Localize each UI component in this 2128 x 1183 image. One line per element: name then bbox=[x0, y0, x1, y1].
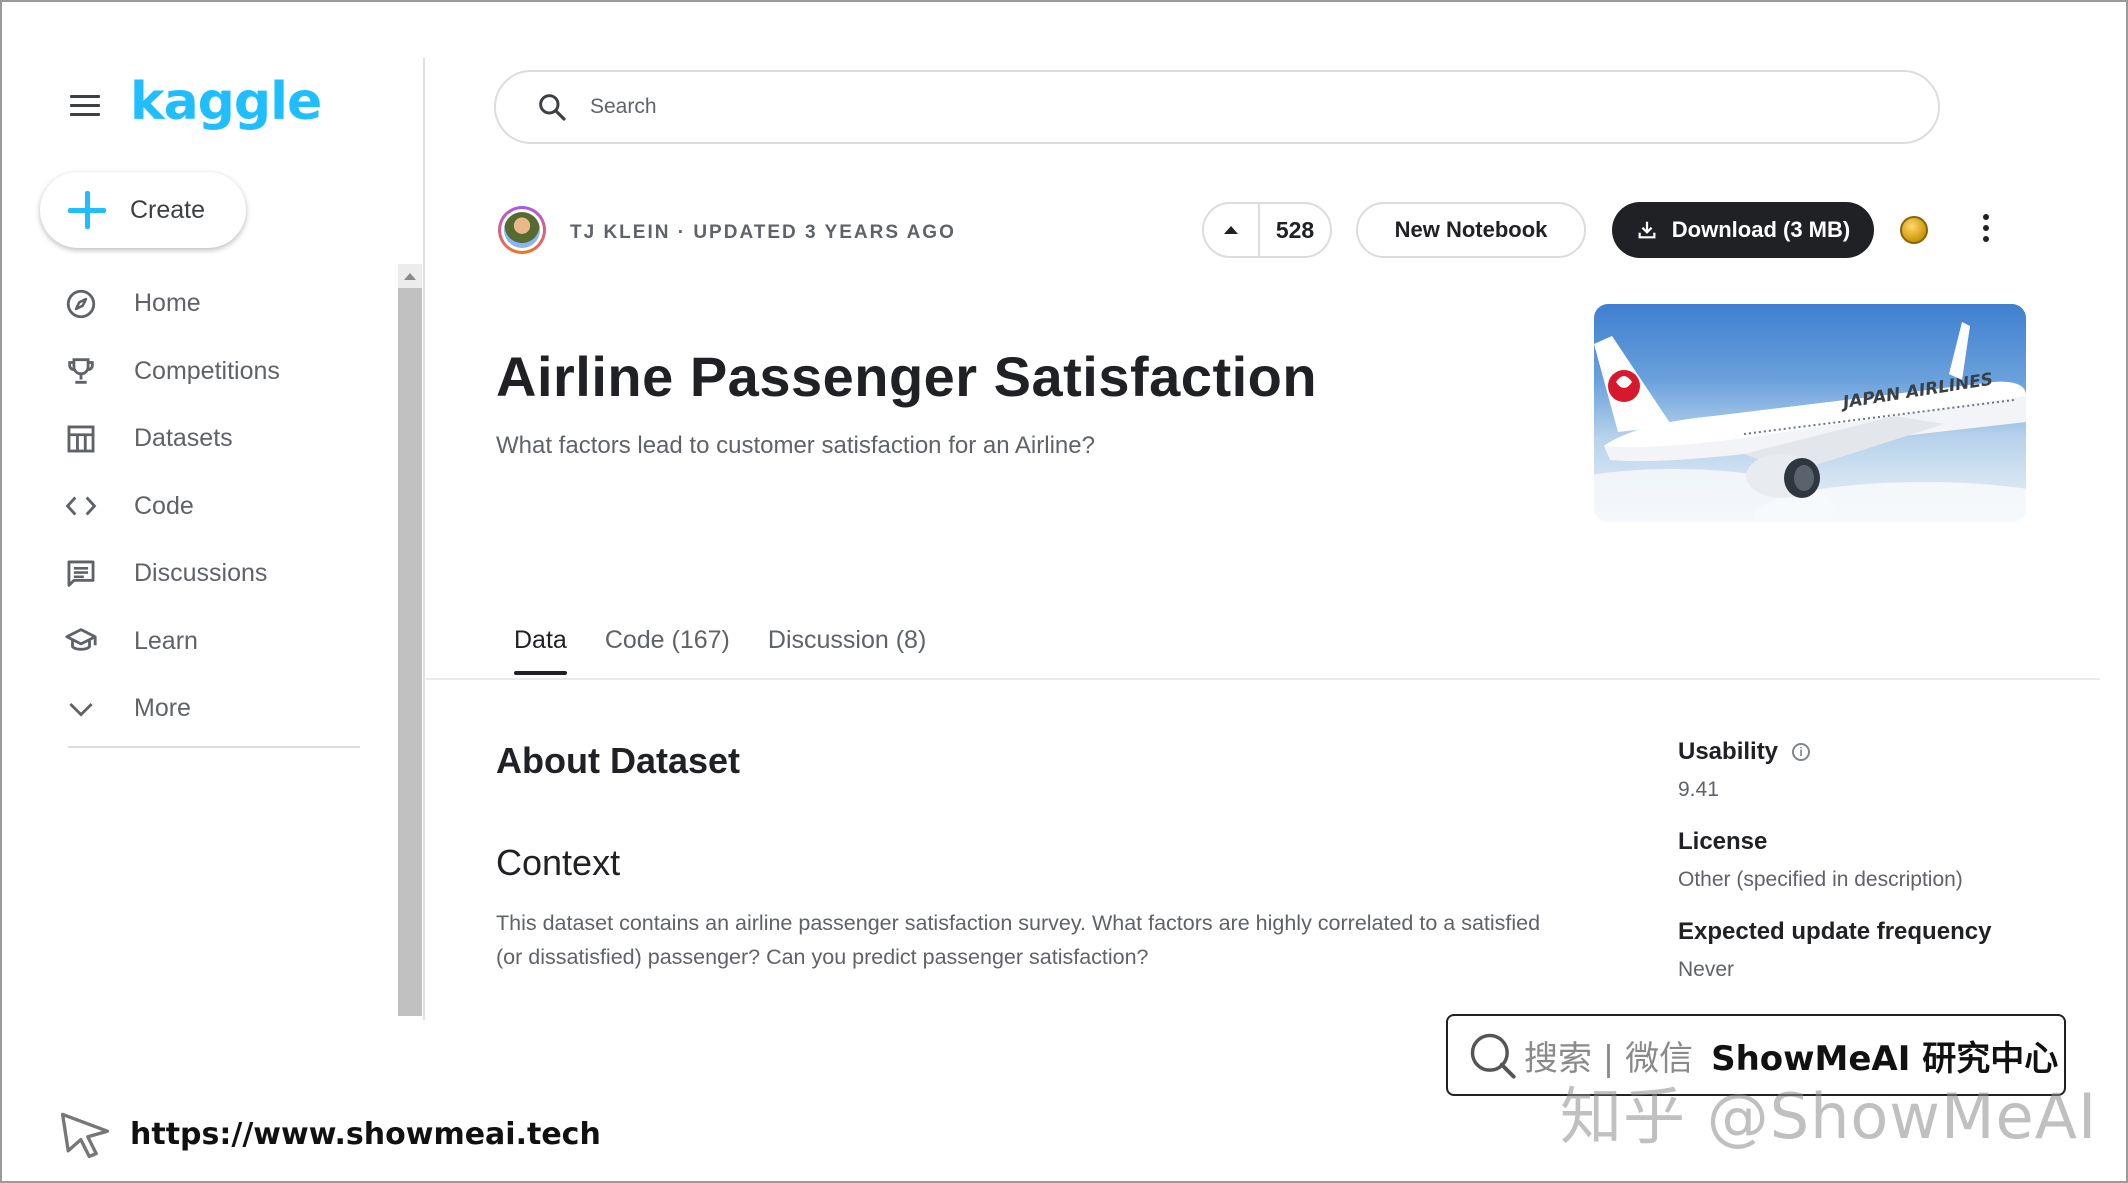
sidebar-item-label: Code bbox=[134, 491, 194, 520]
upvote-arrow-icon[interactable] bbox=[1204, 204, 1260, 256]
download-button[interactable]: Download (3 MB) bbox=[1612, 202, 1874, 258]
sidebar-item-datasets[interactable]: Datasets bbox=[64, 405, 384, 473]
license-block: License Other (specified in description) bbox=[1678, 828, 2078, 892]
info-icon[interactable]: i bbox=[1792, 743, 1811, 761]
context-description: This dataset contains an airline passeng… bbox=[496, 906, 1636, 974]
dataset-subtitle: What factors lead to customer satisfacti… bbox=[496, 432, 1095, 459]
update-frequency-value: Never bbox=[1678, 958, 1735, 981]
scroll-up-arrow-icon[interactable] bbox=[398, 264, 422, 288]
sidebar-item-home[interactable]: Home bbox=[64, 270, 384, 338]
sidebar: kaggle Create Home Competitions Datasets bbox=[0, 0, 424, 1020]
tab-code[interactable]: Code (167) bbox=[605, 626, 730, 675]
vote-count: 528 bbox=[1275, 216, 1315, 243]
search-bar[interactable] bbox=[494, 70, 1940, 144]
author-avatar[interactable] bbox=[498, 206, 546, 254]
code-icon bbox=[64, 488, 108, 524]
more-options-icon[interactable] bbox=[1976, 214, 1996, 246]
plus-icon bbox=[68, 191, 106, 229]
hamburger-menu-icon[interactable] bbox=[70, 95, 100, 119]
sidebar-item-more[interactable]: More bbox=[64, 675, 384, 743]
cursor-pointer-icon bbox=[60, 1112, 110, 1159]
sidebar-nav: Home Competitions Datasets Code Discussi… bbox=[64, 270, 384, 743]
author-byline: TJ KLEIN · UPDATED 3 YEARS AGO bbox=[570, 222, 956, 243]
search-input[interactable] bbox=[590, 95, 1790, 119]
dataset-metadata: Usability i 9.41 License Other (specified… bbox=[1678, 738, 2078, 1008]
zhihu-watermark: 知乎 @ShowMeAI bbox=[1560, 1080, 2098, 1153]
sidebar-border bbox=[423, 58, 425, 1020]
dataset-title: Airline Passenger Satisfaction bbox=[496, 345, 1318, 408]
dataset-cover-image: JAPAN AIRLINES bbox=[1594, 304, 2026, 522]
create-button[interactable]: Create bbox=[40, 172, 246, 248]
school-icon bbox=[64, 623, 108, 659]
tab-data[interactable]: Data bbox=[514, 626, 567, 675]
context-description-line: (or dissatisfied) passenger? Can you pre… bbox=[496, 945, 1149, 969]
new-notebook-button[interactable]: New Notebook bbox=[1356, 202, 1586, 258]
context-heading: Context bbox=[496, 842, 621, 883]
compass-icon bbox=[64, 286, 108, 322]
usability-value: 9.41 bbox=[1678, 778, 1719, 801]
sidebar-item-discussions[interactable]: Discussions bbox=[64, 540, 384, 608]
sidebar-item-label: Home bbox=[134, 289, 201, 318]
license-value: Other (specified in description) bbox=[1678, 868, 1963, 891]
watermark-search-icon bbox=[1470, 1033, 1516, 1079]
sidebar-item-label: Competitions bbox=[134, 356, 280, 385]
dataset-tabs: Data Code (167) Discussion (8) bbox=[514, 626, 964, 675]
kaggle-logo[interactable]: kaggle bbox=[130, 72, 322, 132]
sidebar-item-competitions[interactable]: Competitions bbox=[64, 338, 384, 406]
sidebar-item-label: Discussions bbox=[134, 559, 268, 588]
download-icon bbox=[1638, 221, 1656, 239]
website-link[interactable]: https://www.showmeai.tech bbox=[56, 1106, 601, 1162]
website-url: https://www.showmeai.tech bbox=[130, 1116, 601, 1152]
upvote-widget: 528 bbox=[1202, 202, 1332, 258]
update-frequency-label: Expected update frequency bbox=[1678, 918, 1992, 945]
sidebar-divider bbox=[68, 746, 360, 748]
sidebar-item-learn[interactable]: Learn bbox=[64, 608, 384, 676]
comment-icon bbox=[64, 556, 108, 592]
tabs-divider bbox=[426, 678, 2100, 680]
sidebar-item-label: Datasets bbox=[134, 424, 233, 453]
create-button-label: Create bbox=[130, 195, 206, 224]
context-description-line: This dataset contains an airline passeng… bbox=[496, 911, 1541, 935]
usability-block: Usability i 9.41 bbox=[1678, 738, 2078, 802]
trophy-icon bbox=[64, 353, 108, 389]
gold-medal-icon bbox=[1900, 216, 1928, 244]
chevron-down-icon bbox=[64, 691, 108, 727]
sidebar-item-label: More bbox=[134, 694, 191, 723]
sidebar-item-code[interactable]: Code bbox=[64, 473, 384, 541]
sidebar-scrollbar-thumb[interactable] bbox=[398, 288, 422, 1016]
about-dataset-heading: About Dataset bbox=[496, 740, 741, 781]
tab-discussion[interactable]: Discussion (8) bbox=[768, 626, 926, 675]
table-icon bbox=[64, 421, 108, 457]
search-icon bbox=[539, 94, 566, 121]
update-frequency-block: Expected update frequency Never bbox=[1678, 918, 2078, 982]
sidebar-item-label: Learn bbox=[134, 626, 198, 655]
usability-label: Usability bbox=[1678, 738, 1779, 765]
license-label: License bbox=[1678, 828, 1768, 855]
download-button-label: Download (3 MB) bbox=[1671, 217, 1851, 242]
